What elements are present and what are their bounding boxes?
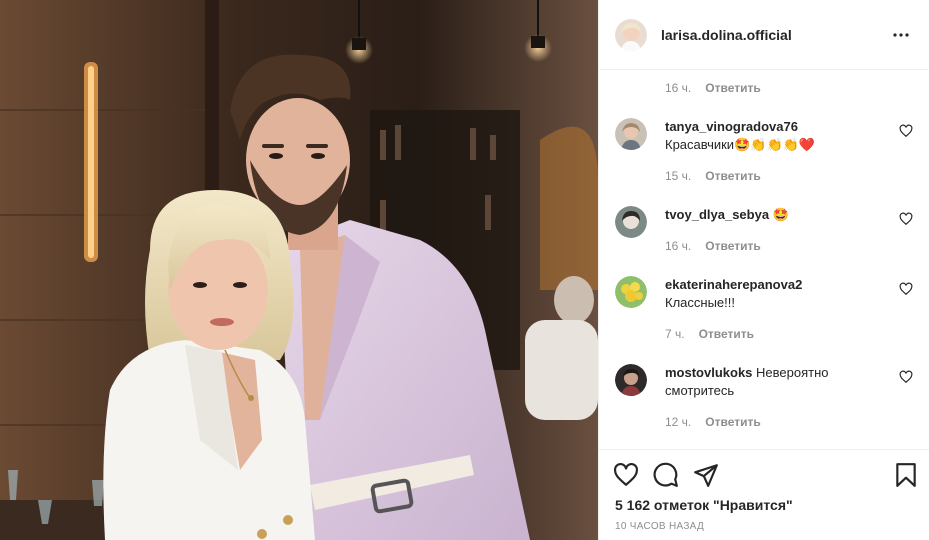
comment-line: tvoy_dlya_sebya 🤩 bbox=[665, 206, 899, 224]
comment-meta: 15 ч. Ответить bbox=[665, 169, 761, 183]
comment-meta: 16 ч. Ответить bbox=[665, 81, 761, 95]
comment-text: Красавчики🤩👏👏👏❤️ bbox=[665, 137, 816, 152]
commenter-username[interactable]: mostovlukoks bbox=[665, 365, 752, 380]
post-header: larisa.dolina.official bbox=[599, 0, 929, 70]
comment-text: Классные!!! bbox=[665, 295, 735, 310]
heart-icon[interactable] bbox=[899, 370, 913, 384]
comment-meta: 12 ч. Ответить bbox=[665, 415, 761, 429]
comment-text: 🤩 bbox=[772, 207, 789, 222]
commenter-avatar[interactable] bbox=[615, 364, 647, 396]
heart-icon[interactable] bbox=[899, 212, 913, 226]
commenter-username[interactable]: ekaterinaherepanova2 bbox=[665, 276, 899, 294]
reply-button[interactable]: Ответить bbox=[705, 81, 760, 95]
reply-button[interactable]: Ответить bbox=[705, 169, 760, 183]
author-avatar[interactable] bbox=[615, 18, 647, 51]
reply-button[interactable]: Ответить bbox=[705, 239, 760, 253]
commenter-username[interactable]: tvoy_dlya_sebya bbox=[665, 207, 769, 222]
likes-count[interactable]: 5 162 отметок "Нравится" bbox=[615, 497, 793, 513]
heart-icon[interactable] bbox=[899, 124, 913, 138]
paper-plane-icon[interactable] bbox=[693, 462, 719, 488]
comment-item: mostovlukoks Невероятно смотритесь bbox=[615, 364, 913, 400]
comment-time: 12 ч. bbox=[665, 415, 692, 429]
comment-icon[interactable] bbox=[653, 462, 679, 488]
commenter-avatar[interactable] bbox=[615, 118, 647, 150]
heart-icon[interactable] bbox=[899, 282, 913, 296]
reply-button[interactable]: Ответить bbox=[699, 327, 754, 341]
comment-time: 16 ч. bbox=[665, 239, 692, 253]
photo-illustration bbox=[0, 0, 598, 540]
post-photo[interactable] bbox=[0, 0, 598, 540]
commenter-avatar[interactable] bbox=[615, 276, 647, 308]
commenter-avatar[interactable] bbox=[615, 206, 647, 238]
author-username[interactable]: larisa.dolina.official bbox=[661, 27, 792, 43]
comment-time: 16 ч. bbox=[665, 81, 692, 95]
comment-item: tanya_vinogradova76 Красавчики🤩👏👏👏❤️ bbox=[615, 118, 913, 154]
heart-icon[interactable] bbox=[613, 462, 639, 488]
reply-button[interactable]: Ответить bbox=[705, 415, 760, 429]
comment-line: mostovlukoks Невероятно смотритесь bbox=[665, 364, 899, 400]
comments-list[interactable]: 16 ч. Ответить tanya_vinogradova76 Краса… bbox=[599, 71, 929, 448]
comment-time: 15 ч. bbox=[665, 169, 692, 183]
commenter-username[interactable]: tanya_vinogradova76 bbox=[665, 118, 899, 136]
comment-time: 7 ч. bbox=[665, 327, 685, 341]
post-actions: 5 162 отметок "Нравится" 10 часов назад bbox=[599, 449, 929, 540]
bookmark-icon[interactable] bbox=[893, 462, 919, 488]
comment-meta: 7 ч. Ответить bbox=[665, 327, 754, 341]
post-timestamp[interactable]: 10 часов назад bbox=[615, 521, 704, 532]
comment-item: ekaterinaherepanova2 Классные!!! bbox=[615, 276, 913, 312]
comment-meta: 16 ч. Ответить bbox=[665, 239, 761, 253]
comment-item: tvoy_dlya_sebya 🤩 bbox=[615, 206, 913, 238]
post-side-panel: larisa.dolina.official 16 ч. Ответить ta… bbox=[598, 0, 929, 540]
more-options-icon[interactable] bbox=[889, 23, 913, 47]
